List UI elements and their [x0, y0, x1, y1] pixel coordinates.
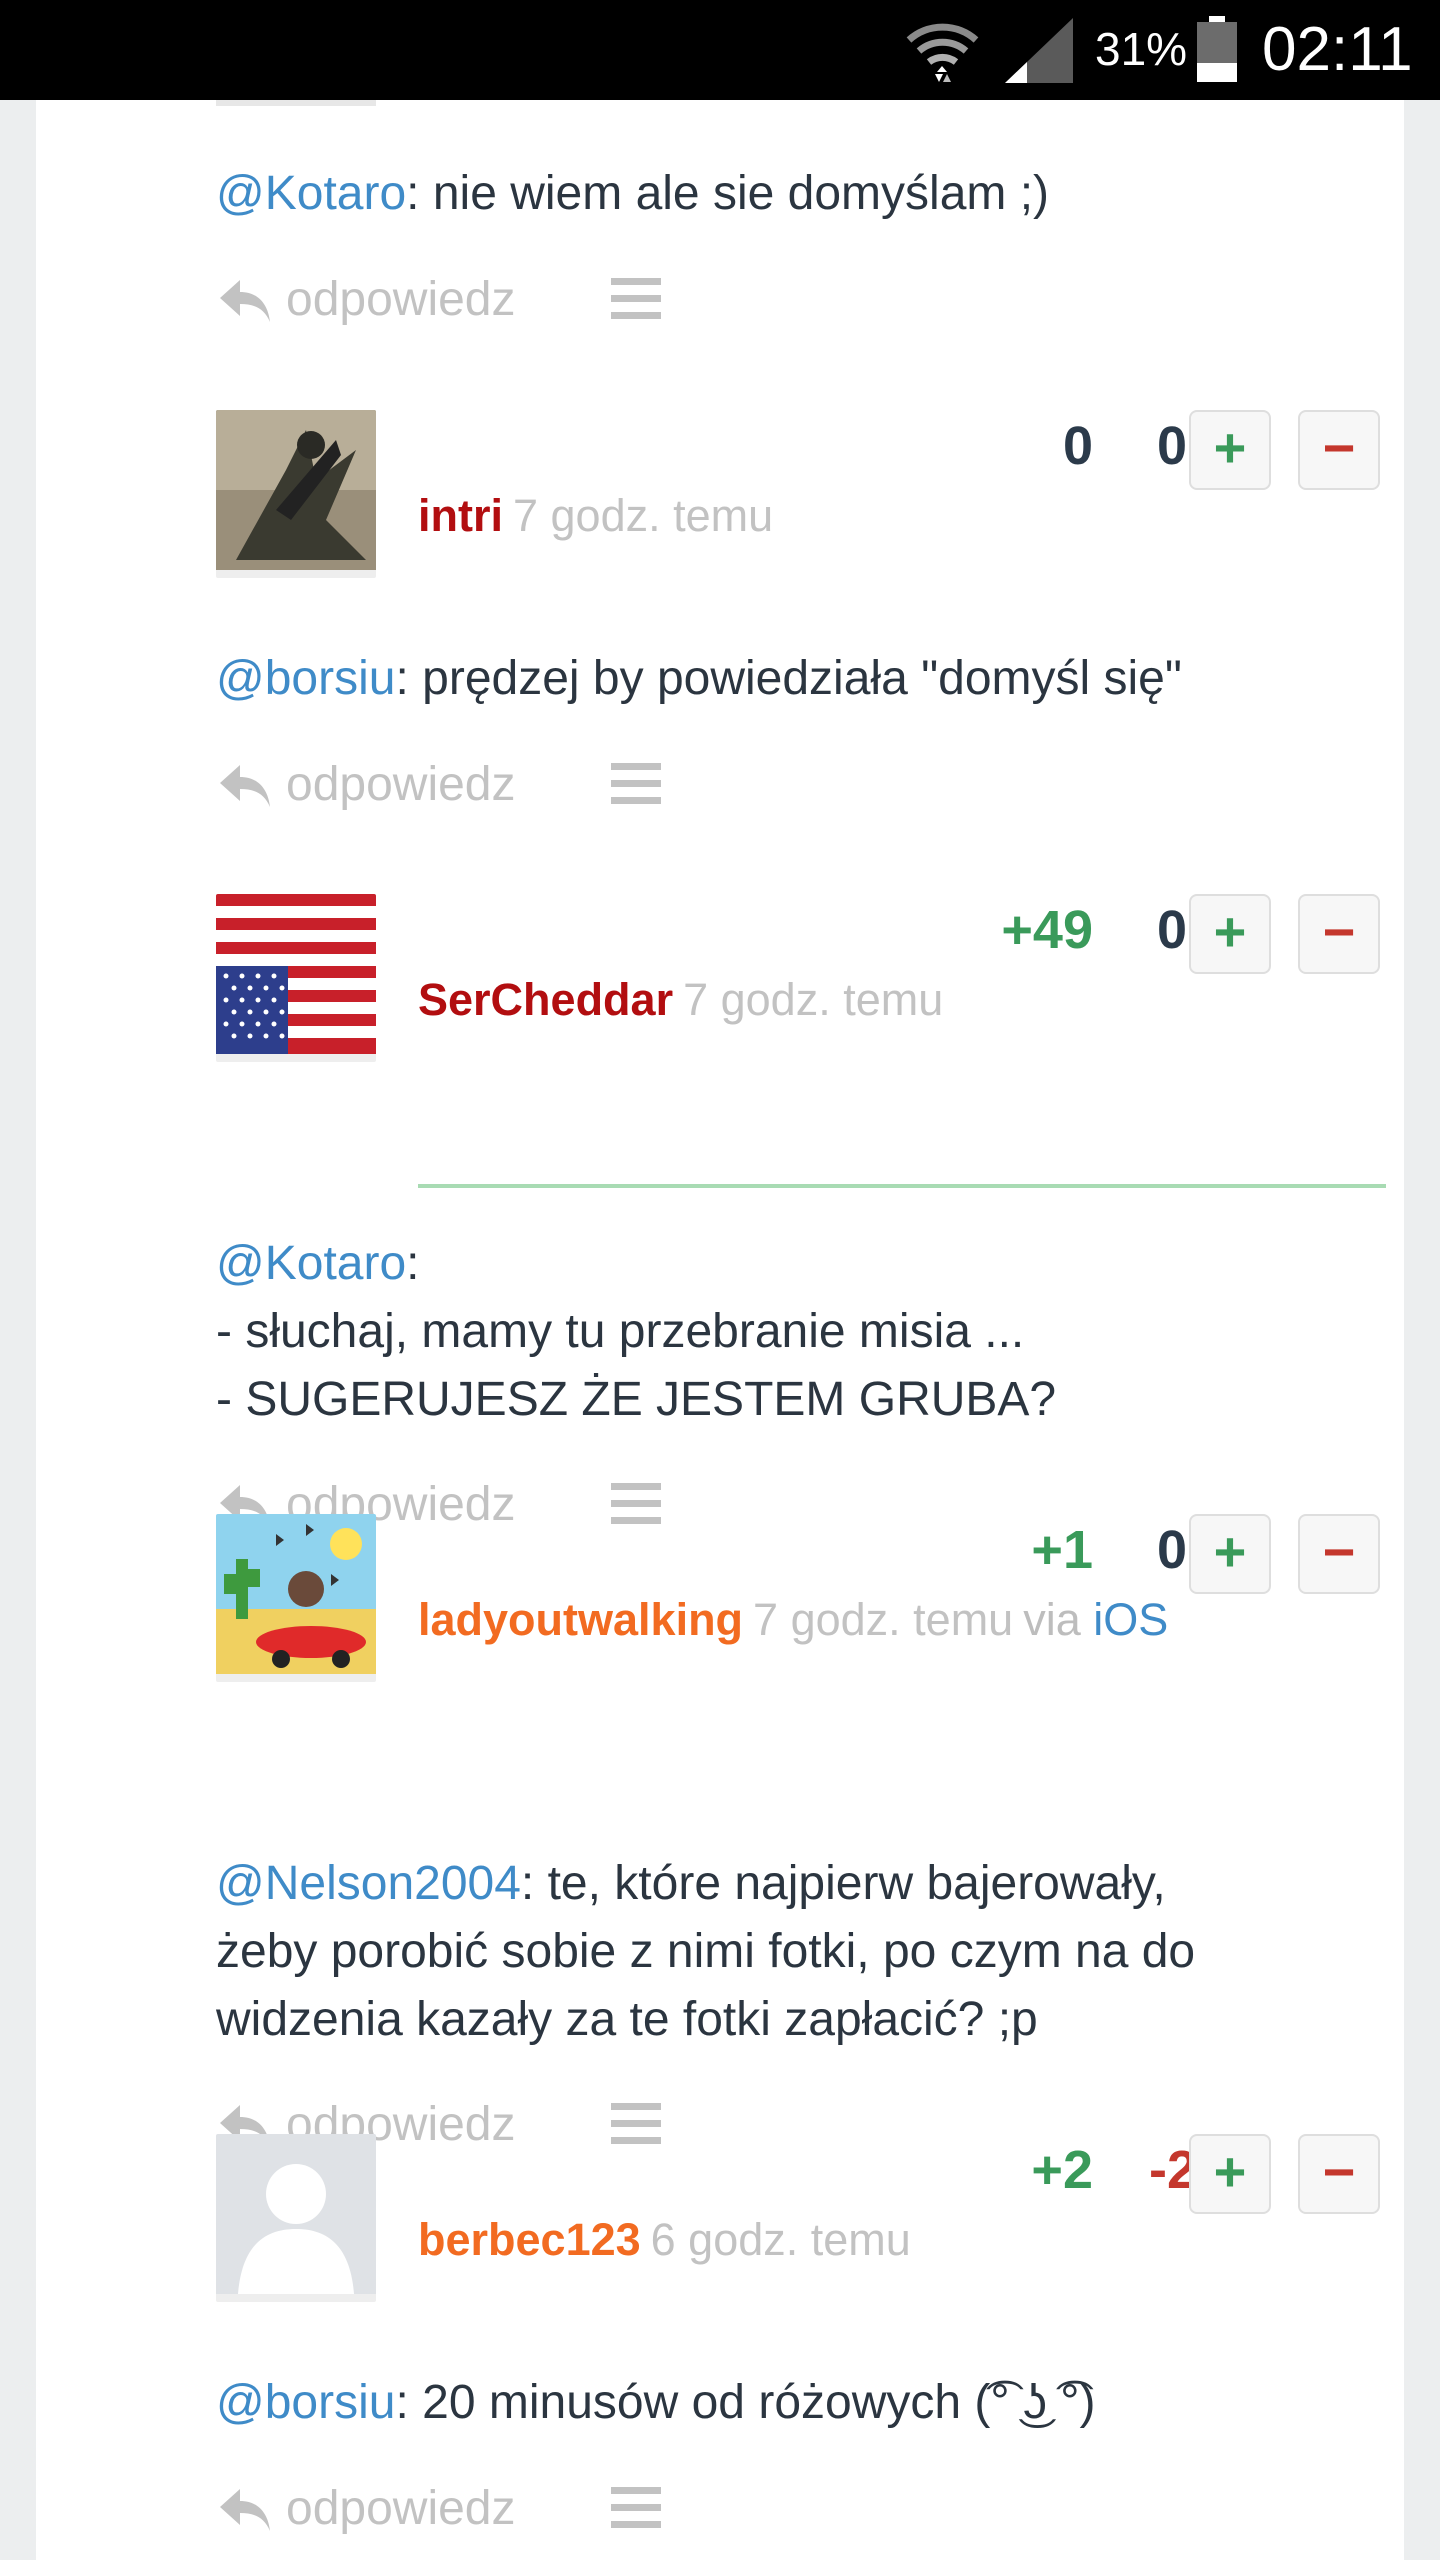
battery-icon — [1197, 16, 1237, 82]
menu-icon[interactable] — [611, 2485, 661, 2531]
comment-body: @borsiu: 20 minusów od różowych (͡° ͜ʖ ͡… — [216, 2369, 1336, 2437]
timestamp: 7 godz. temu — [753, 1594, 1014, 1645]
vote-down-button[interactable]: − — [1298, 2134, 1380, 2214]
comment-text: : prędzej by powiedziała "domyśl się" — [395, 652, 1182, 705]
signal-icon — [1005, 18, 1073, 83]
score-minus: 0 — [1156, 1520, 1187, 1580]
comment-meta: ladyoutwalking 7 godz. temu via iOS — [418, 1594, 1168, 1646]
comment-body: @Kotaro: nie wiem ale sie domyślam ;) — [216, 160, 1336, 228]
status-bar: 31% 02:11 — [0, 0, 1440, 100]
user-mention[interactable]: @Nelson2004 — [216, 1857, 521, 1910]
comment-meta: SerCheddar 7 godz. temu — [418, 974, 943, 1026]
comment-text-line: - SUGERUJESZ ŻE JESTEM GRUBA? — [216, 1373, 1057, 1426]
previous-avatar-edge — [216, 100, 376, 106]
score-minus: -2 — [1148, 2140, 1197, 2200]
vote-down-button[interactable]: − — [1298, 894, 1380, 974]
comments-card: @Kotaro: nie wiem ale sie domyślam ;) od… — [36, 100, 1404, 2560]
comment-body: @Nelson2004: te, które najpierw bajerowa… — [216, 1850, 1336, 2054]
reply-button[interactable]: odpowiedz — [286, 757, 516, 812]
platform-link[interactable]: iOS — [1093, 1594, 1168, 1645]
username[interactable]: intri — [418, 490, 503, 541]
comment-body: @borsiu: prędzej by powiedziała "domyśl … — [216, 645, 1336, 713]
menu-icon[interactable] — [611, 2101, 661, 2147]
comment-text: : 20 minusów od różowych (͡° ͜ʖ ͡°) — [395, 2376, 1096, 2429]
reply-icon[interactable] — [216, 2481, 274, 2539]
reply-button[interactable]: odpowiedz — [286, 2481, 516, 2536]
reply-button[interactable]: odpowiedz — [286, 272, 516, 327]
vote-up-button[interactable]: + — [1189, 2134, 1271, 2214]
user-mention[interactable]: @borsiu — [216, 2376, 395, 2429]
menu-icon[interactable] — [611, 1481, 661, 1527]
vote-down-button[interactable]: − — [1298, 1514, 1380, 1594]
comment-text: : — [406, 1237, 420, 1290]
vote-up-button[interactable]: + — [1189, 1514, 1271, 1594]
battery-percentage: 31% — [1095, 23, 1188, 75]
vote-down-button[interactable]: − — [1298, 410, 1380, 490]
timestamp: 7 godz. temu — [683, 974, 944, 1025]
highlight-divider — [418, 1184, 1386, 1188]
score-minus: 0 — [1156, 416, 1187, 476]
username[interactable]: ladyoutwalking — [418, 1594, 743, 1645]
menu-icon[interactable] — [611, 761, 661, 807]
username[interactable]: berbec123 — [418, 2214, 641, 2265]
user-mention[interactable]: @Kotaro — [216, 167, 406, 220]
user-mention[interactable]: @borsiu — [216, 652, 395, 705]
score-minus: 0 — [1156, 900, 1187, 960]
comment-meta: berbec123 6 godz. temu — [418, 2214, 911, 2266]
comment-text-line: żeby porobić sobie z nimi fotki, po czym… — [216, 1925, 1196, 1978]
avatar[interactable] — [216, 894, 376, 1062]
menu-icon[interactable] — [611, 276, 661, 322]
reply-icon[interactable] — [216, 757, 274, 815]
comment-meta: intri 7 godz. temu — [418, 490, 773, 542]
comment-text-line: - słuchaj, mamy tu przebranie misia ... — [216, 1305, 1025, 1358]
avatar[interactable] — [216, 1514, 376, 1682]
clock: 02:11 — [1262, 15, 1413, 84]
username[interactable]: SerCheddar — [418, 974, 673, 1025]
comment-text: : te, które najpierw bajerowały, — [520, 1857, 1166, 1910]
avatar[interactable] — [216, 2134, 376, 2302]
timestamp: 6 godz. temu — [650, 2214, 911, 2265]
user-mention[interactable]: @Kotaro — [216, 1237, 406, 1290]
vote-up-button[interactable]: + — [1189, 410, 1271, 490]
timestamp: 7 godz. temu — [513, 490, 774, 541]
avatar[interactable] — [216, 410, 376, 578]
reply-icon[interactable] — [216, 272, 274, 330]
vote-up-button[interactable]: + — [1189, 894, 1271, 974]
wifi-icon — [906, 23, 979, 82]
via-label: via — [1023, 1594, 1081, 1645]
comment-text: : nie wiem ale sie domyślam ;) — [406, 167, 1050, 220]
comment-body: @Kotaro: - słuchaj, mamy tu przebranie m… — [216, 1230, 1336, 1434]
comment-text-line: widzenia kazały za te fotki zapłacić? ;p — [216, 1993, 1038, 2046]
